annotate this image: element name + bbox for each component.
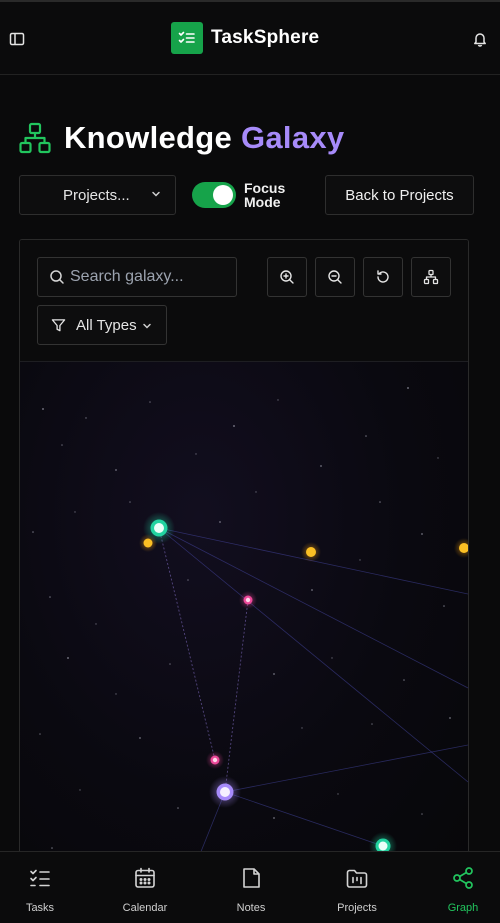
- graph-share-icon: [453, 867, 473, 889]
- nav-calendar[interactable]: Calendar: [95, 852, 195, 923]
- focus-mode-toggle[interactable]: [192, 182, 236, 208]
- sidebar-panel-icon: [9, 32, 25, 46]
- nav-tasks[interactable]: Tasks: [0, 852, 90, 923]
- galaxy-panel: All Types: [19, 239, 469, 879]
- project-select[interactable]: Projects...: [19, 175, 176, 215]
- zoom-out-icon: [328, 270, 342, 284]
- back-to-projects-button[interactable]: Back to Projects: [325, 175, 474, 215]
- top-bar: TaskSphere: [0, 0, 500, 75]
- reset-view-button[interactable]: [363, 257, 403, 297]
- nav-tasks-label: Tasks: [25, 902, 55, 914]
- checklist-icon: [178, 31, 195, 43]
- zoom-out-button[interactable]: [315, 257, 355, 297]
- focus-mode-label: Focus Mode: [244, 180, 286, 210]
- galaxy-toolbar: All Types: [20, 240, 468, 362]
- galaxy-canvas[interactable]: [20, 362, 468, 879]
- zoom-in-icon: [280, 270, 294, 284]
- brand-logo: [171, 22, 203, 54]
- nav-graph[interactable]: Graph: [413, 852, 500, 923]
- node-tag[interactable]: [206, 751, 224, 769]
- search-icon: [50, 270, 64, 284]
- type-filter[interactable]: All Types: [37, 305, 167, 345]
- type-filter-value: All Types: [76, 316, 137, 334]
- nav-projects-label: Projects: [337, 902, 377, 914]
- reset-icon: [377, 270, 389, 283]
- node-note[interactable]: [139, 534, 157, 552]
- node-tag[interactable]: [239, 591, 257, 609]
- nav-calendar-label: Calendar: [122, 902, 168, 914]
- bottom-navigation: Tasks Calendar Notes Projects Graph: [0, 851, 500, 923]
- notifications-button[interactable]: [471, 30, 489, 48]
- projects-icon: [346, 869, 368, 888]
- nav-graph-label: Graph: [447, 902, 479, 914]
- app-name: TaskSphere: [211, 27, 320, 48]
- page-title-main: Knowledge: [64, 120, 233, 155]
- nav-projects[interactable]: Projects: [307, 852, 407, 923]
- toggle-knob: [213, 185, 233, 205]
- bell-icon: [474, 33, 486, 47]
- project-select-value: Projects...: [63, 186, 130, 204]
- page-title-accent: Galaxy: [240, 120, 345, 155]
- filter-icon: [51, 319, 66, 332]
- graph-nodes[interactable]: [139, 512, 468, 860]
- galaxy-search[interactable]: [37, 257, 237, 297]
- node-project[interactable]: [209, 776, 241, 808]
- hierarchy-icon: [423, 269, 439, 285]
- note-icon: [243, 868, 260, 888]
- search-input[interactable]: [70, 266, 230, 288]
- chevron-down-icon: [143, 323, 151, 329]
- nav-notes-label: Notes: [236, 902, 266, 914]
- page-title: Knowledge Galaxy: [64, 120, 344, 156]
- page-heading: Knowledge Galaxy: [18, 120, 344, 156]
- chevron-down-icon: [152, 191, 160, 197]
- node-note[interactable]: [301, 542, 321, 562]
- zoom-in-button[interactable]: [267, 257, 307, 297]
- galaxy-graph[interactable]: [20, 362, 468, 879]
- sidebar-toggle-button[interactable]: [8, 30, 26, 48]
- graph-edges: [158, 527, 468, 855]
- layout-hierarchy-button[interactable]: [411, 257, 451, 297]
- calendar-icon: [135, 867, 155, 888]
- star-field: [32, 387, 451, 863]
- nav-notes[interactable]: Notes: [201, 852, 301, 923]
- tasks-icon: [30, 869, 50, 887]
- node-note[interactable]: [454, 538, 468, 558]
- brand[interactable]: TaskSphere: [171, 22, 319, 54]
- hierarchy-icon: [19, 122, 51, 154]
